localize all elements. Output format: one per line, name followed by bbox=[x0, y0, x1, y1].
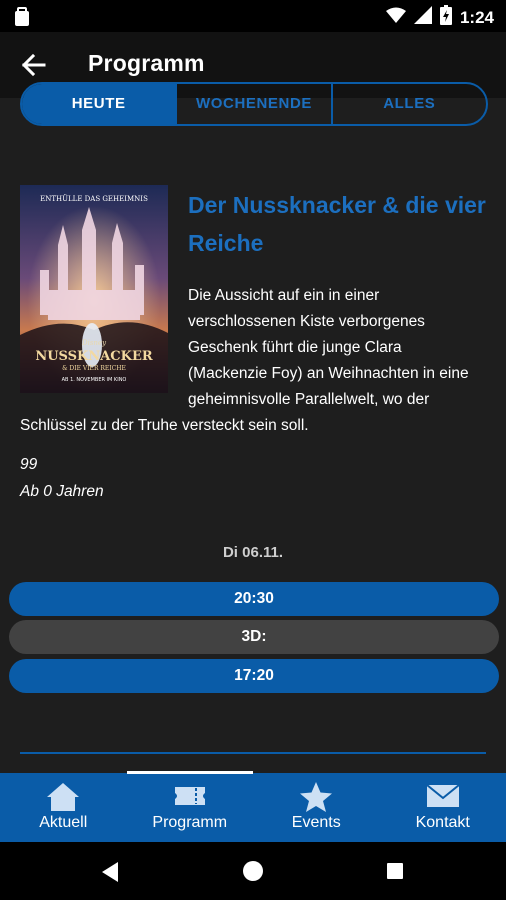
page-title: Programm bbox=[88, 50, 205, 76]
nav-item-programm[interactable]: Programm bbox=[126, 771, 254, 842]
status-time: 1:24 bbox=[459, 7, 494, 27]
tab-alles[interactable]: ALLES bbox=[330, 84, 486, 124]
nav-label: Programm bbox=[152, 814, 228, 831]
show-date: Di 06.11. bbox=[222, 544, 284, 561]
age-rating: Ab 0 Jahren bbox=[20, 483, 104, 500]
status-bar: 1:24 bbox=[0, 0, 506, 32]
system-navigation-bar bbox=[0, 842, 506, 900]
nav-label: Aktuell bbox=[39, 814, 88, 831]
recents-square-icon[interactable] bbox=[386, 862, 404, 885]
showtime-button[interactable]: 17:20 bbox=[9, 659, 499, 693]
format-label-3d: 3D: bbox=[9, 620, 499, 654]
home-icon bbox=[45, 781, 81, 818]
home-circle-icon[interactable] bbox=[242, 860, 264, 887]
mail-icon bbox=[425, 781, 461, 814]
divider bbox=[20, 752, 486, 754]
nav-item-events[interactable]: Events bbox=[253, 773, 380, 842]
wifi-icon bbox=[385, 7, 406, 28]
signal-icon bbox=[413, 6, 432, 29]
battery-icon bbox=[439, 5, 452, 30]
filter-tabs: HEUTE WOCHENENDE ALLES bbox=[20, 82, 488, 126]
back-triangle-icon[interactable] bbox=[100, 861, 120, 888]
poster-tagline: ENTHÜLLE DAS GEHEIMNIS bbox=[40, 194, 148, 203]
tab-wochenende[interactable]: WOCHENENDE bbox=[175, 84, 330, 124]
movie-duration: 99 bbox=[20, 456, 38, 473]
movie-title[interactable]: Der Nussknacker & die vier Reiche bbox=[188, 186, 488, 262]
nav-label: Events bbox=[291, 814, 341, 831]
notification-icon bbox=[14, 7, 30, 32]
ticket-icon bbox=[172, 781, 208, 816]
bottom-navigation: Aktuell Programm Events Kontakt bbox=[0, 771, 506, 842]
showtime-button[interactable]: 20:30 bbox=[9, 582, 499, 616]
nav-label: Kontakt bbox=[415, 814, 470, 831]
nav-item-aktuell[interactable]: Aktuell bbox=[0, 773, 127, 842]
movie-description-block: Die Aussicht auf ein in einer verschloss… bbox=[20, 283, 470, 439]
tab-heute[interactable]: HEUTE bbox=[22, 84, 176, 124]
nav-item-kontakt[interactable]: Kontakt bbox=[380, 773, 506, 842]
star-icon bbox=[299, 781, 333, 818]
arrow-back-icon[interactable] bbox=[18, 50, 50, 80]
